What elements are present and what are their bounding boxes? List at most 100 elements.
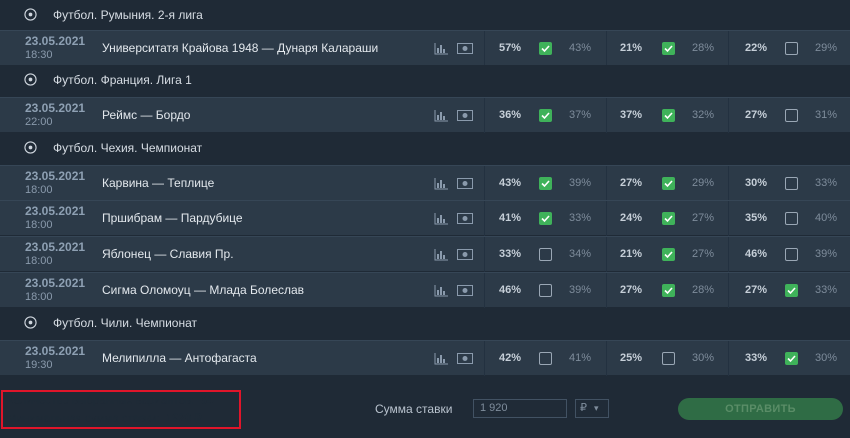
money-icon[interactable] [457,43,473,54]
bar-chart-icon[interactable] [434,43,448,55]
outcome-3-checkbox[interactable] [785,212,798,225]
outcome-2-subpercent: 27% [691,248,715,260]
outcome-3-subpercent: 30% [814,352,838,364]
outcome-2-checkbox[interactable] [662,248,675,261]
match-teams[interactable]: Сигма Оломоуц — Млада Болеслав [102,283,304,297]
outcome-3-checkbox[interactable] [785,177,798,190]
money-icon[interactable] [457,353,473,364]
outcome-2-checkbox[interactable] [662,284,675,297]
bar-chart-icon[interactable] [434,178,448,190]
checkmark-icon [664,112,673,120]
outcome-3-checkbox[interactable] [785,352,798,365]
outcome-3-subpercent: 33% [814,177,838,189]
currency-select[interactable]: ₽ ▾ [575,399,609,418]
money-icon[interactable] [457,285,473,296]
outcome-1-checkbox[interactable] [539,212,552,225]
outcome-3-subpercent: 40% [814,212,838,224]
checkmark-icon [541,215,550,223]
checkmark-icon [664,180,673,188]
league-name: Футбол. Франция. Лига 1 [53,73,192,87]
match-date: 23.05.2021 [25,344,86,358]
outcome-1-subpercent: 39% [568,177,592,189]
match-row: 23.05.2021 18:00 Яблонец — Славия Пр. 33… [0,236,850,272]
outcome-2-subpercent: 29% [691,177,715,189]
league-header: Футбол. Франция. Лига 1 [0,65,850,95]
outcome-1-checkbox[interactable] [539,109,552,122]
money-icon[interactable] [457,110,473,121]
checkmark-icon [541,180,550,188]
outcome-1-percent: 41% [498,212,522,224]
checkmark-icon [664,215,673,223]
bar-chart-icon[interactable] [434,353,448,365]
league-header: Футбол. Чили. Чемпионат [0,308,850,338]
match-date: 23.05.2021 [25,34,86,48]
outcome-2-percent: 27% [619,284,643,296]
bar-chart-icon[interactable] [434,110,448,122]
bar-chart-icon[interactable] [434,285,448,297]
send-button[interactable]: ОТПРАВИТЬ [678,398,843,420]
outcome-1-subpercent: 41% [568,352,592,364]
match-date: 23.05.2021 [25,101,86,115]
outcome-2-subpercent: 32% [691,109,715,121]
min-sum-line: Минимальная сумма ставки: 1920 ₽ [7,411,202,425]
bar-chart-icon[interactable] [434,213,448,225]
outcome-1-checkbox[interactable] [539,177,552,190]
outcome-3-checkbox[interactable] [785,248,798,261]
outcome-2-subpercent: 27% [691,212,715,224]
soccer-ball-icon [24,8,37,21]
currency-value: ₽ [580,402,587,414]
match-time: 18:00 [25,255,53,267]
league-header: Футбол. Румыния. 2-я лига [0,0,850,30]
match-row: 23.05.2021 18:30 Университатя Крайова 19… [0,30,850,66]
stake-input[interactable]: 1 920 [473,399,567,418]
outcome-3-checkbox[interactable] [785,284,798,297]
checkmark-icon [787,355,796,363]
outcome-2-percent: 21% [619,248,643,260]
match-teams[interactable]: Карвина — Теплице [102,176,214,190]
min-sum-label: Минимальная сумма ставки: [7,413,160,425]
outcome-2-checkbox[interactable] [662,109,675,122]
outcome-1-subpercent: 39% [568,284,592,296]
money-icon[interactable] [457,249,473,260]
soccer-ball-icon [24,73,37,86]
money-icon[interactable] [457,213,473,224]
outcome-2-subpercent: 28% [691,284,715,296]
match-time: 18:30 [25,49,53,61]
outcome-1-percent: 46% [498,284,522,296]
outcome-2-checkbox[interactable] [662,212,675,225]
outcome-3-subpercent: 39% [814,248,838,260]
outcome-3-percent: 35% [744,212,768,224]
outcome-3-percent: 30% [744,177,768,189]
outcome-3-checkbox[interactable] [785,42,798,55]
match-teams[interactable]: Университатя Крайова 1948 — Дунаря Калар… [102,41,378,55]
league-name: Футбол. Румыния. 2-я лига [53,8,203,22]
league-header: Футбол. Чехия. Чемпионат [0,133,850,163]
checkmark-icon [541,112,550,120]
match-time: 18:00 [25,291,53,303]
outcome-3-subpercent: 31% [814,109,838,121]
outcome-1-checkbox[interactable] [539,248,552,261]
stake-label: Сумма ставки [375,402,453,416]
outcome-3-checkbox[interactable] [785,109,798,122]
match-teams[interactable]: Пршибрам — Пардубице [102,211,243,225]
outcome-2-percent: 21% [619,42,643,54]
bar-chart-icon[interactable] [434,249,448,261]
outcome-1-subpercent: 37% [568,109,592,121]
outcome-2-checkbox[interactable] [662,352,675,365]
outcome-1-checkbox[interactable] [539,284,552,297]
match-teams[interactable]: Реймс — Бордо [102,108,190,122]
variants-count-label: Количество выбранных вариантов: [7,395,195,407]
min-sum-value: 1920 ₽ [165,413,202,425]
outcome-1-checkbox[interactable] [539,42,552,55]
match-teams[interactable]: Мелипилла — Антофагаста [102,351,257,365]
outcome-2-subpercent: 30% [691,352,715,364]
outcome-1-percent: 36% [498,109,522,121]
outcome-1-subpercent: 34% [568,248,592,260]
money-icon[interactable] [457,178,473,189]
match-teams[interactable]: Яблонец — Славия Пр. [102,247,234,261]
outcome-1-checkbox[interactable] [539,352,552,365]
checkmark-icon [787,287,796,295]
match-time: 19:30 [25,359,53,371]
outcome-2-checkbox[interactable] [662,177,675,190]
outcome-2-checkbox[interactable] [662,42,675,55]
